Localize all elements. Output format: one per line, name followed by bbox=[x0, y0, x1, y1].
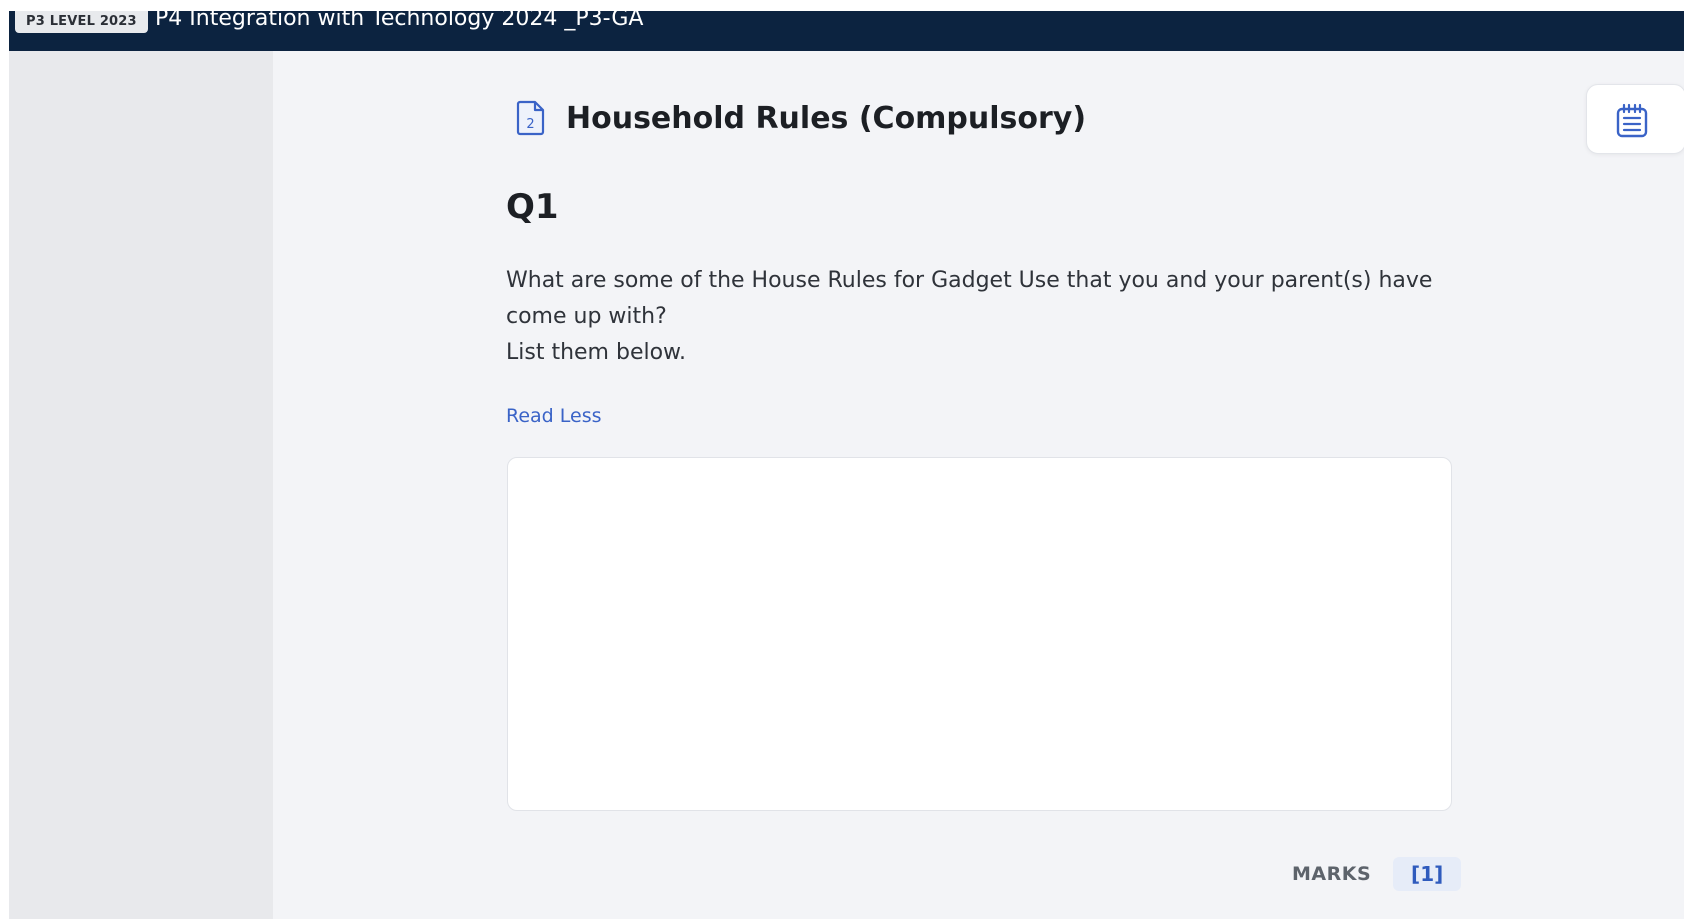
question-text-line: List them below. bbox=[506, 340, 687, 365]
course-title: P4 Integration with Technology 2024 _P3-… bbox=[155, 11, 644, 31]
level-badge: P3 LEVEL 2023 bbox=[15, 11, 148, 33]
notepad-button[interactable] bbox=[1586, 84, 1684, 154]
section-title: Household Rules (Compulsory) bbox=[566, 100, 1087, 136]
top-header-bar: P3 LEVEL 2023 P4 Integration with Techno… bbox=[9, 11, 1684, 51]
app-frame: P3 LEVEL 2023 P4 Integration with Techno… bbox=[9, 11, 1684, 919]
notepad-icon bbox=[1616, 103, 1648, 138]
read-less-link[interactable]: Read Less bbox=[506, 405, 602, 427]
question-number: Q1 bbox=[506, 187, 559, 227]
sidebar-panel bbox=[9, 51, 273, 919]
document-page-2-icon: 2 bbox=[516, 100, 545, 136]
section-page-number: 2 bbox=[526, 117, 534, 132]
marks-row: MARKS [1] bbox=[1292, 857, 1462, 891]
marks-value-badge: [1] bbox=[1393, 857, 1462, 891]
marks-label: MARKS bbox=[1292, 863, 1372, 885]
question-text-line: What are some of the House Rules for Gad… bbox=[506, 268, 1433, 329]
section-header: 2 Household Rules (Compulsory) bbox=[514, 99, 1086, 137]
answer-textarea[interactable] bbox=[507, 457, 1452, 811]
question-text: What are some of the House Rules for Gad… bbox=[506, 263, 1446, 371]
